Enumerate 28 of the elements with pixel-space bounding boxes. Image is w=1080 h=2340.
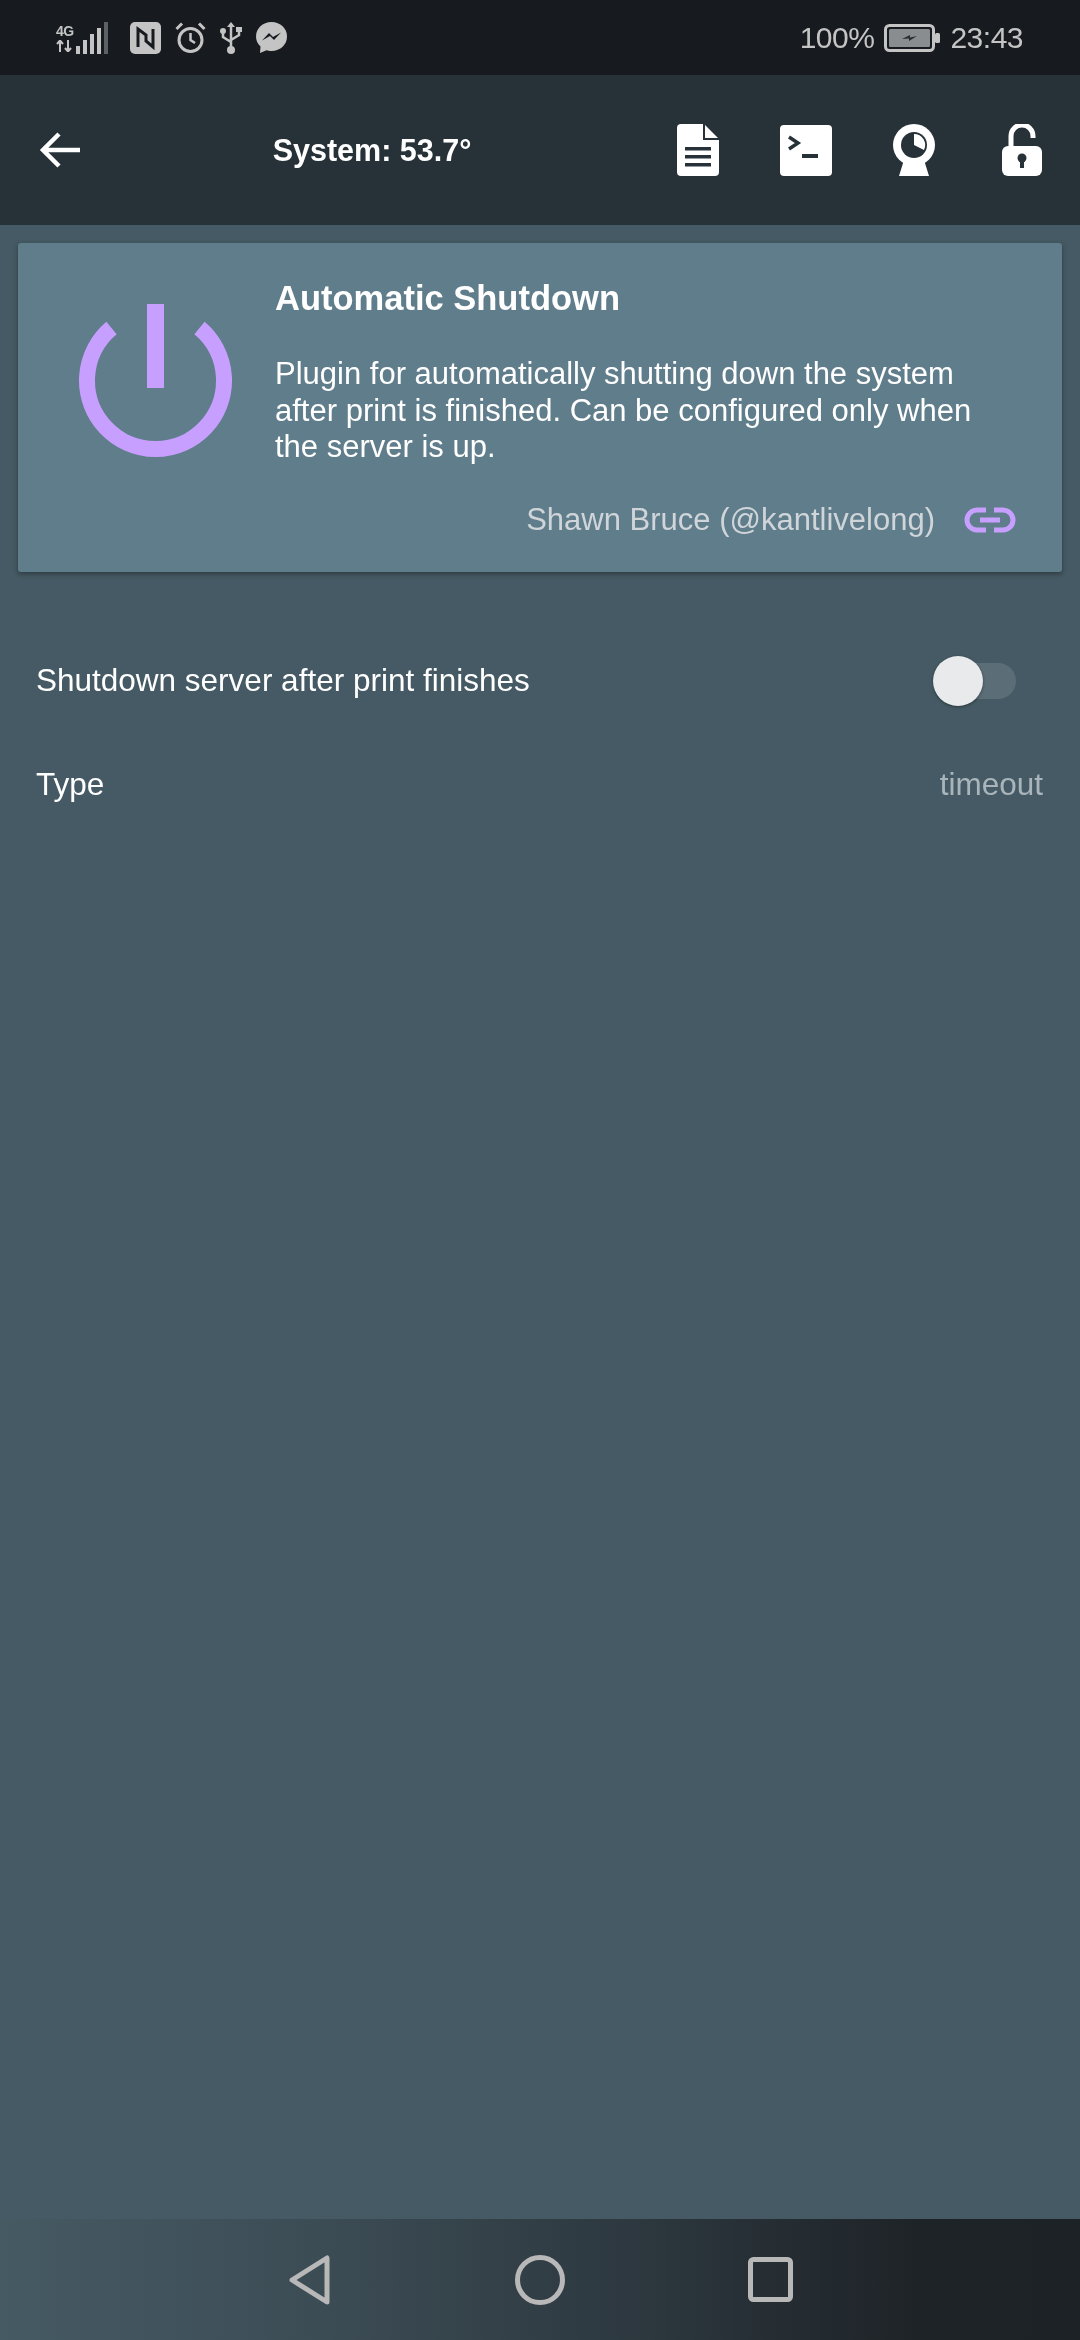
setting-label[interactable]: Type [36,766,105,803]
setting-value: timeout [939,766,1043,803]
chat-bubble-icon [255,22,287,53]
plugin-author: Shawn Bruce (@kantlivelong) [526,501,935,538]
back-triangle-icon [289,2254,331,2305]
power-icon [79,304,232,457]
back-arrow-icon [38,132,80,168]
clock-time: 23:43 [950,20,1023,55]
home-circle-icon [515,2254,565,2305]
battery-charging-icon [884,23,941,52]
data-activity-icon [56,39,72,52]
plugin-description: Plugin for automatically shutting down the system after print is finished. Can be configured only when the server is up. [275,356,973,466]
network-type-label: 4G [56,23,74,38]
document-icon [677,124,719,176]
link-icon [964,506,1016,533]
open-padlock-icon [1002,124,1042,176]
toggle-switch[interactable] [933,655,1016,706]
usb-icon [219,21,242,54]
alarm-clock-icon [174,21,206,54]
signal-icon [75,21,108,54]
setting-label[interactable]: Shutdown server after print finishes [36,662,530,699]
battery-percent: 100% [799,20,875,55]
recents-square-icon [747,2257,793,2302]
webcam-icon [891,124,937,176]
plugin-title: Automatic Shutdown [275,278,620,319]
terminal-icon [780,124,832,176]
nfc-icon [129,21,161,54]
app-bar-title: System: 53.7° [271,132,473,168]
